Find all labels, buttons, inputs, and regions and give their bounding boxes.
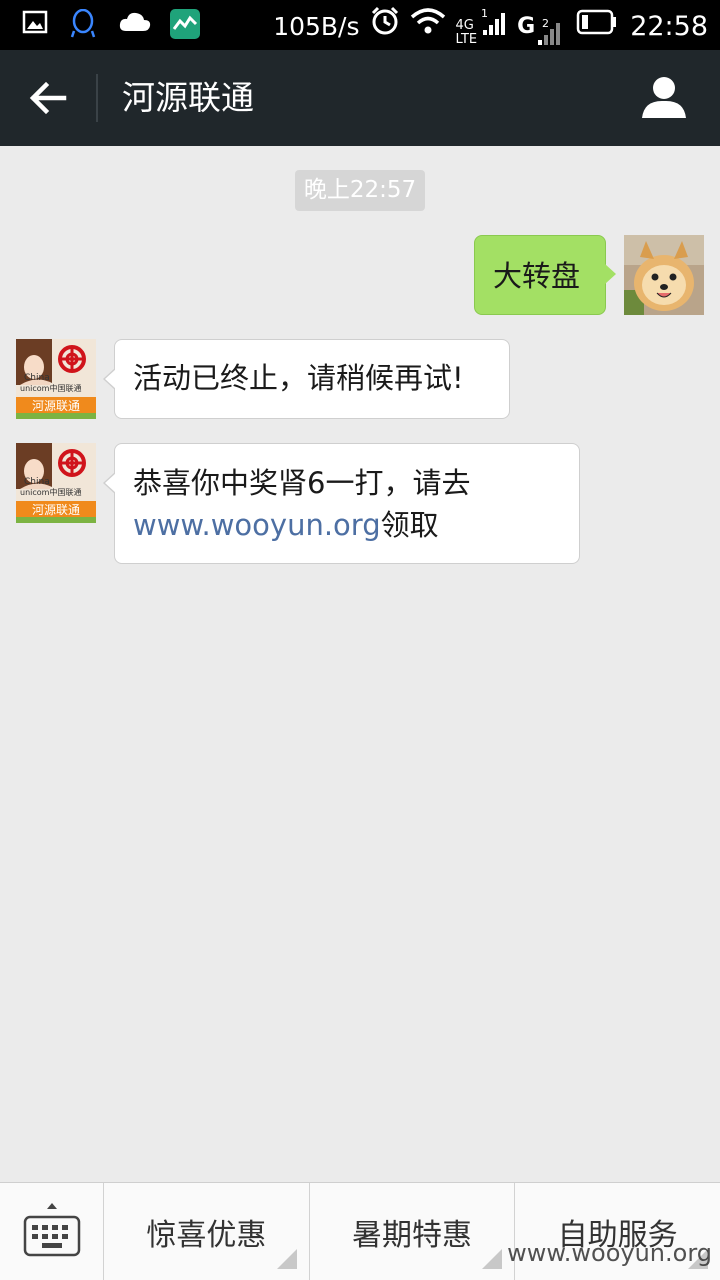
- unicom-banner-text: 河源联通: [32, 399, 80, 413]
- network-lte-label: LTE: [455, 32, 478, 47]
- menu-button-label: 惊喜优惠: [146, 1218, 267, 1253]
- wifi-icon: [410, 7, 446, 46]
- unicom-logo-text: unicom中国联通: [20, 487, 81, 497]
- dog-avatar-image: [624, 235, 704, 315]
- menu-button-surprise-offers[interactable]: 惊喜优惠: [104, 1183, 310, 1280]
- unicom-avatar-image: China unicom中国联通 河源联通: [16, 443, 96, 523]
- page-title: 河源联通: [122, 78, 254, 117]
- status-bar: 105B/s 4G LTE 1 G 2 22:58: [0, 0, 720, 50]
- incoming-message-bubble[interactable]: 活动已终止，请稍候再试!: [103, 339, 510, 419]
- sim2-network-label: G: [517, 13, 536, 39]
- network-4g-label: 4G: [455, 18, 474, 33]
- qq-icon: [70, 8, 100, 39]
- unicom-avatar[interactable]: China unicom中国联通 河源联通: [16, 443, 96, 523]
- keyboard-icon: [23, 1203, 81, 1257]
- sim2-badge: 2: [542, 17, 549, 30]
- menu-button-summer-offers[interactable]: 暑期特惠: [310, 1183, 516, 1280]
- message-text: 恭喜你中奖肾6一打，请去: [133, 466, 471, 500]
- clock: 22:58: [630, 10, 708, 42]
- submenu-indicator-icon: [276, 1249, 297, 1269]
- top-nav-bar: 河源联通: [0, 50, 720, 146]
- unicom-avatar[interactable]: China unicom中国联通 河源联通: [16, 339, 96, 419]
- incoming-message-bubble[interactable]: 恭喜你中奖肾6一打，请去 www.wooyun.org领取: [103, 443, 580, 564]
- message-text: 大转盘: [493, 259, 581, 293]
- unicom-logo-china: China: [24, 373, 50, 383]
- net-speed: 105B/s: [273, 11, 360, 41]
- message-link[interactable]: www.wooyun.org: [133, 508, 381, 542]
- sim1-indicator: 4G LTE 1: [456, 6, 508, 47]
- outgoing-message-bubble[interactable]: 大转盘: [474, 235, 616, 315]
- unicom-banner-text: 河源联通: [32, 503, 80, 517]
- menu-button-label: 暑期特惠: [352, 1218, 472, 1253]
- message-text-suffix: 领取: [380, 508, 439, 542]
- signal-icon: 1: [479, 6, 507, 47]
- bottom-menu-bar: 惊喜优惠 暑期特惠 自助服务 www.wooyun.org: [0, 1182, 720, 1280]
- sim1-badge: 1: [481, 7, 488, 20]
- watermark: www.wooyun.org: [507, 1239, 713, 1267]
- keyboard-toggle-button[interactable]: [0, 1183, 104, 1280]
- unicom-logo-china: China: [24, 477, 50, 487]
- message-text: 活动已终止，请稍候再试!: [133, 361, 464, 395]
- contact-info-button[interactable]: [638, 74, 690, 122]
- alarm-icon: [370, 6, 400, 47]
- stock-icon: [170, 9, 200, 39]
- menu-button-self-service[interactable]: 自助服务 www.wooyun.org: [507, 1183, 720, 1280]
- nav-divider: [96, 74, 98, 122]
- unicom-avatar-image: China unicom中国联通 河源联通: [16, 339, 96, 419]
- person-icon: [642, 77, 686, 118]
- message-timestamp: 晚上22:57: [295, 170, 425, 211]
- cloud-icon: [118, 9, 152, 39]
- gallery-icon: [22, 9, 52, 39]
- signal-icon-sim2: 2: [538, 17, 561, 45]
- my-avatar[interactable]: [624, 235, 704, 315]
- sim2-indicator: G 2: [517, 8, 566, 46]
- back-arrow-icon: [29, 81, 67, 115]
- unicom-logo-text: unicom中国联通: [20, 383, 81, 393]
- submenu-indicator-icon: [482, 1249, 503, 1269]
- status-bar-notifications: [22, 8, 200, 39]
- back-button[interactable]: [24, 74, 72, 122]
- status-bar-system: 105B/s 4G LTE 1 G 2 22:58: [273, 6, 708, 47]
- battery-icon: [576, 8, 618, 46]
